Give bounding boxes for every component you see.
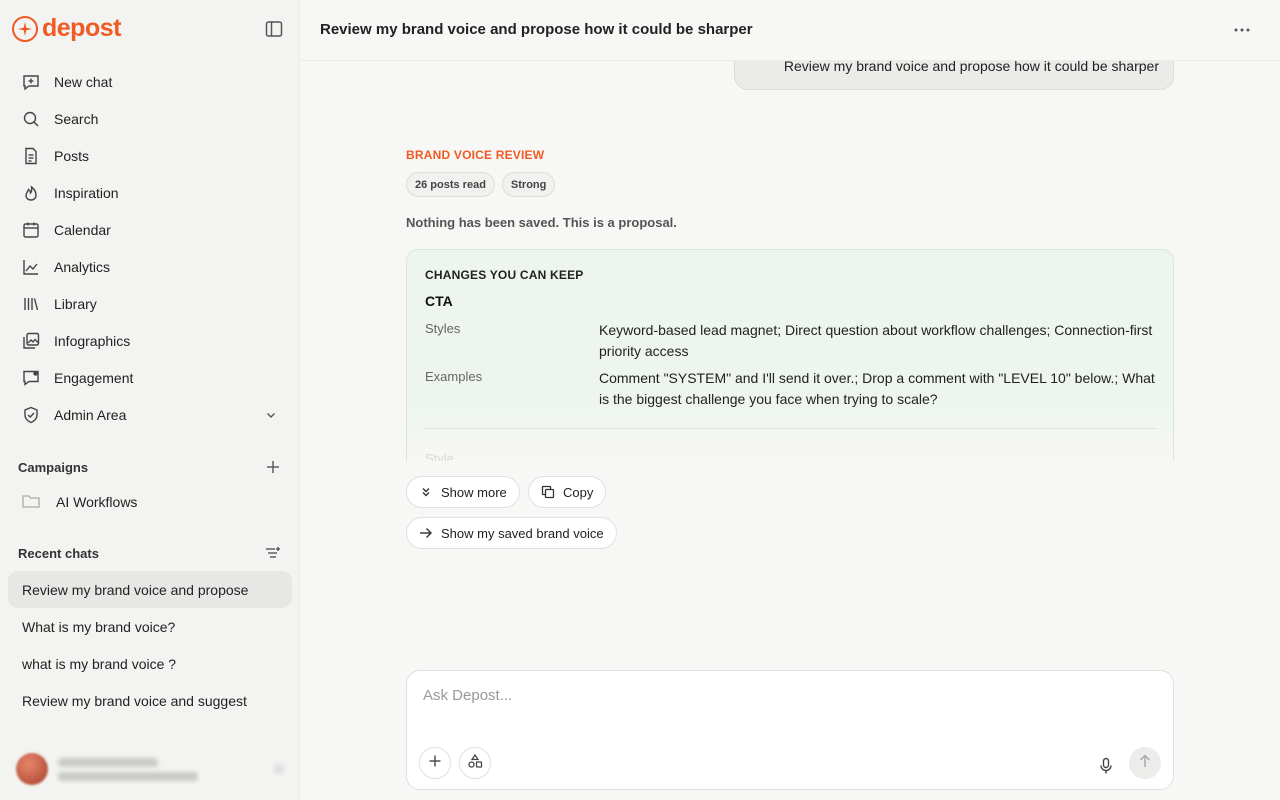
sidebar-item-inspiration[interactable]: Inspiration — [8, 174, 292, 211]
campaigns-title: Campaigns — [18, 459, 89, 475]
logo-text: depost — [42, 14, 121, 42]
microphone-icon[interactable] — [1095, 755, 1117, 777]
chat-composer — [406, 670, 1174, 790]
posts-read-badge: 26 posts read — [406, 172, 495, 197]
sidebar-item-search[interactable]: Search — [8, 100, 292, 137]
recent-chat-item[interactable]: what is my brand voice ? — [8, 645, 292, 682]
sidebar-item-label: Calendar — [54, 221, 111, 238]
document-icon — [22, 147, 40, 165]
chat-bubble-icon — [22, 369, 40, 387]
chevrons-down-icon — [419, 485, 433, 499]
sidebar-item-label: Infographics — [54, 332, 131, 349]
campaign-item-ai-workflows[interactable]: AI Workflows — [22, 490, 137, 514]
logo[interactable]: depost — [12, 14, 121, 43]
calendar-icon — [22, 221, 40, 239]
sidebar-item-calendar[interactable]: Calendar — [8, 211, 292, 248]
recent-chats-title: Recent chats — [18, 545, 99, 561]
copy-label: Copy — [563, 484, 594, 500]
sidebar-item-label: Inspiration — [54, 184, 119, 201]
card-subheading: CTA — [425, 293, 453, 309]
show-saved-brand-voice-label: Show my saved brand voice — [441, 525, 604, 541]
card-row: Styles Keyword-based lead magnet; Direct… — [425, 320, 1157, 362]
recent-chats-list: Review my brand voice and propose What i… — [8, 571, 292, 719]
arrow-right-icon — [419, 526, 433, 540]
recent-chat-item[interactable]: What is my brand voice? — [8, 608, 292, 645]
sidebar-item-label: Engagement — [54, 369, 134, 386]
send-button[interactable] — [1129, 747, 1161, 779]
review-label: BRAND VOICE REVIEW — [406, 148, 545, 162]
campaigns-header: Campaigns — [18, 458, 282, 476]
show-more-label: Show more — [441, 484, 507, 500]
card-row-key: Styles — [425, 321, 461, 336]
more-options-icon[interactable] — [1230, 19, 1254, 41]
new-chat-icon — [22, 73, 40, 91]
copy-icon — [541, 485, 555, 499]
sidebar-item-library[interactable]: Library — [8, 285, 292, 322]
folder-icon — [22, 493, 40, 512]
sidebar-item-new-chat[interactable]: New chat — [8, 63, 292, 100]
recent-chat-item[interactable]: Review my brand voice and suggest — [8, 682, 292, 719]
changes-card: CHANGES YOU CAN KEEP CTA Styles Keyword-… — [406, 249, 1174, 461]
recent-chat-item[interactable]: Review my brand voice and propose — [8, 571, 292, 608]
strength-badge: Strong — [501, 172, 556, 197]
image-gallery-icon — [22, 332, 40, 350]
plus-icon — [428, 754, 442, 773]
sidebar: depost New chat Search Posts Inspiration… — [0, 0, 300, 800]
sidebar-nav: New chat Search Posts Inspiration Calend… — [8, 63, 292, 433]
sidebar-toggle-icon[interactable] — [262, 17, 286, 41]
add-campaign-icon[interactable] — [264, 458, 282, 476]
review-badges: 26 posts read Strong — [406, 172, 556, 197]
search-icon — [22, 110, 40, 128]
logo-spark-icon — [12, 15, 38, 42]
card-heading: CHANGES YOU CAN KEEP — [425, 268, 584, 282]
card-row-value: Comment "SYSTEM" and I'll send it over.;… — [599, 370, 1155, 407]
recent-chats-header: Recent chats — [18, 544, 282, 562]
show-more-button[interactable]: Show more — [406, 476, 520, 508]
card-row-key: Examples — [425, 369, 483, 384]
shapes-icon — [467, 753, 483, 774]
card-faded-row: Style — [425, 451, 454, 461]
card-divider — [425, 428, 1157, 429]
sidebar-item-posts[interactable]: Posts — [8, 137, 292, 174]
card-row-value: Keyword-based lead magnet; Direct questi… — [599, 322, 1153, 359]
chat-input[interactable] — [423, 687, 1153, 704]
sidebar-item-analytics[interactable]: Analytics — [8, 248, 292, 285]
attach-button[interactable] — [419, 747, 451, 779]
card-row: Examples Comment "SYSTEM" and I'll send … — [425, 368, 1157, 410]
campaign-item-label: AI Workflows — [56, 494, 138, 510]
sidebar-item-infographics[interactable]: Infographics — [8, 322, 292, 359]
avatar — [16, 753, 48, 785]
chat-header: Review my brand voice and propose how it… — [300, 0, 1280, 61]
tools-button[interactable] — [459, 747, 491, 779]
main-area: Review my brand voice and propose how it… — [300, 0, 1280, 800]
show-saved-brand-voice-button[interactable]: Show my saved brand voice — [406, 517, 617, 549]
library-icon — [22, 295, 40, 313]
sidebar-item-label: Library — [54, 295, 97, 312]
sidebar-item-admin-area[interactable]: Admin Area — [8, 396, 292, 433]
sidebar-item-label: Admin Area — [54, 406, 127, 423]
chart-line-icon — [22, 258, 40, 276]
sidebar-item-label: Posts — [54, 147, 90, 164]
shield-check-icon — [22, 406, 40, 424]
sidebar-item-label: New chat — [54, 73, 113, 90]
sidebar-item-label: Search — [54, 110, 99, 127]
user-profile[interactable] — [16, 752, 284, 786]
user-menu-icon[interactable] — [274, 764, 284, 774]
sidebar-item-label: Analytics — [54, 258, 111, 275]
proposal-notice: Nothing has been saved. This is a propos… — [406, 215, 677, 230]
copy-button[interactable]: Copy — [528, 476, 607, 508]
chevron-down-icon[interactable] — [264, 408, 278, 422]
user-info-blurred — [58, 757, 198, 781]
page-title: Review my brand voice and propose how it… — [320, 21, 753, 38]
arrow-up-icon — [1139, 753, 1151, 773]
sidebar-item-engagement[interactable]: Engagement — [8, 359, 292, 396]
filter-icon[interactable] — [264, 544, 282, 562]
flame-icon — [22, 184, 40, 202]
